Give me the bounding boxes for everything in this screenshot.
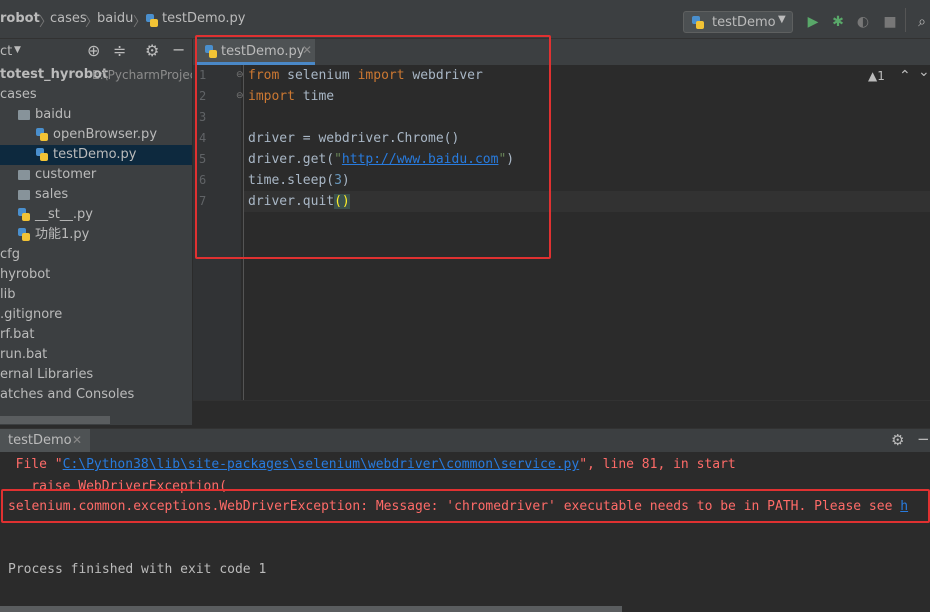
tree-item[interactable]: sales (0, 185, 192, 205)
folder-icon (18, 110, 30, 120)
tree-item[interactable]: openBrowser.py (0, 125, 192, 145)
highlight-box-editor (195, 35, 551, 259)
tree-item-label: .gitignore (0, 307, 63, 322)
tree-item[interactable]: run.bat (0, 345, 192, 365)
tree-item[interactable]: totest_hyrobot E:\PycharmProjec (0, 65, 192, 85)
python-file-icon (18, 228, 30, 241)
console-exit-line: Process finished with exit code 1 (8, 562, 267, 577)
tree-item[interactable]: ernal Libraries (0, 365, 192, 385)
tree-item-label: rf.bat (0, 327, 35, 342)
breadcrumb-project[interactable]: robot (0, 11, 40, 26)
tree-item[interactable]: lib (0, 285, 192, 305)
file-link[interactable]: C:\Python38\lib\site-packages\selenium\w… (63, 457, 580, 472)
toolbar-divider (905, 8, 906, 32)
console-scrollbar[interactable] (0, 606, 622, 612)
highlight-box-error (1, 489, 930, 523)
gear-icon[interactable]: ⚙ (891, 431, 904, 449)
tree-item-label: cases (0, 87, 37, 102)
python-file-icon (36, 148, 48, 161)
locate-icon[interactable]: ⊕ (87, 41, 100, 60)
breadcrumb-file[interactable]: testDemo.py (162, 11, 245, 26)
tree-item-label: sales (35, 187, 69, 202)
tree-item[interactable]: cases (0, 85, 192, 105)
stop-icon[interactable]: ■ (882, 14, 898, 30)
run-configuration-select[interactable]: testDemo ▼ (683, 11, 793, 33)
run-panel-header: testDemo ✕ ⚙ − (0, 428, 930, 453)
folder-icon (18, 190, 30, 200)
project-view-label[interactable]: ct (0, 44, 12, 59)
run-console[interactable]: File "C:\Python38\lib\site-packages\sele… (0, 452, 930, 612)
tree-item[interactable]: hyrobot (0, 265, 192, 285)
tree-item[interactable]: cfg (0, 245, 192, 265)
console-text: ", line 81, in start (579, 457, 736, 472)
run-icon[interactable]: ▶ (805, 14, 821, 30)
tree-item[interactable]: atches and Consoles (0, 385, 192, 405)
tree-item[interactable]: baidu (0, 105, 192, 125)
tree-item-label: ernal Libraries (0, 367, 94, 382)
tree-item-path: E:\PycharmProjec (92, 68, 192, 82)
collapse-all-icon[interactable]: ≑ (113, 41, 126, 60)
tree-item[interactable]: __st__.py (0, 205, 192, 225)
breadcrumb-baidu[interactable]: baidu (97, 11, 133, 26)
project-scrollbar[interactable] (0, 416, 110, 424)
tree-item-label: testDemo.py (53, 147, 137, 162)
gear-icon[interactable]: ⚙ (145, 41, 159, 60)
chevron-right-icon: 〉 (133, 15, 147, 30)
tree-item[interactable]: testDemo.py (0, 145, 192, 165)
tree-item-label: __st__.py (35, 207, 93, 222)
python-file-icon (692, 16, 704, 29)
debug-icon[interactable]: ✱ (830, 14, 846, 30)
tree-item-label: atches and Consoles (0, 387, 135, 402)
chevron-up-icon[interactable]: ⌃ (899, 68, 911, 84)
navigation-bar: robot 〉 cases 〉 baidu 〉 testDemo.py test… (0, 0, 930, 39)
tree-item-label: baidu (35, 107, 72, 122)
close-icon[interactable]: ✕ (72, 433, 82, 447)
tree-item-label: run.bat (0, 347, 48, 362)
minimize-icon[interactable]: − (917, 430, 930, 448)
project-panel-header: ct ▼ ⊕ ≑ ⚙ − (0, 39, 192, 65)
chevron-down-icon[interactable]: ▼ (14, 45, 21, 55)
search-icon[interactable]: ⌕ (914, 14, 930, 30)
console-text: File " (0, 457, 63, 472)
console-line: File "C:\Python38\lib\site-packages\sele… (0, 455, 736, 475)
run-tab-label: testDemo (8, 433, 72, 448)
run-tab-testdemo[interactable]: testDemo ✕ (0, 429, 90, 453)
tree-item[interactable]: rf.bat (0, 325, 192, 345)
tree-item-label: lib (0, 287, 16, 302)
project-tree: totest_hyrobot E:\PycharmProjeccases baidu… (0, 65, 192, 425)
folder-icon (18, 170, 30, 180)
run-configuration-label: testDemo (712, 15, 776, 30)
editor-footer (193, 400, 930, 426)
warning-indicator[interactable]: ▲1 (868, 69, 885, 83)
tree-item-label: customer (35, 167, 97, 182)
breadcrumb-cases[interactable]: cases (50, 11, 87, 26)
tree-item-label: hyrobot (0, 267, 51, 282)
tree-item[interactable]: 功能1.py (0, 225, 192, 245)
python-file-icon (146, 14, 158, 27)
chevron-down-icon[interactable]: ⌄ (918, 64, 930, 80)
minimize-icon[interactable]: − (172, 40, 185, 59)
tree-item-label: cfg (0, 247, 20, 262)
tree-item-label: 功能1.py (35, 227, 90, 242)
python-file-icon (36, 128, 48, 141)
tree-item[interactable]: customer (0, 165, 192, 185)
chevron-down-icon: ▼ (778, 14, 786, 25)
tree-item-label: openBrowser.py (53, 127, 158, 142)
python-file-icon (18, 208, 30, 221)
coverage-icon[interactable]: ◐ (855, 14, 871, 30)
tree-item[interactable]: .gitignore (0, 305, 192, 325)
